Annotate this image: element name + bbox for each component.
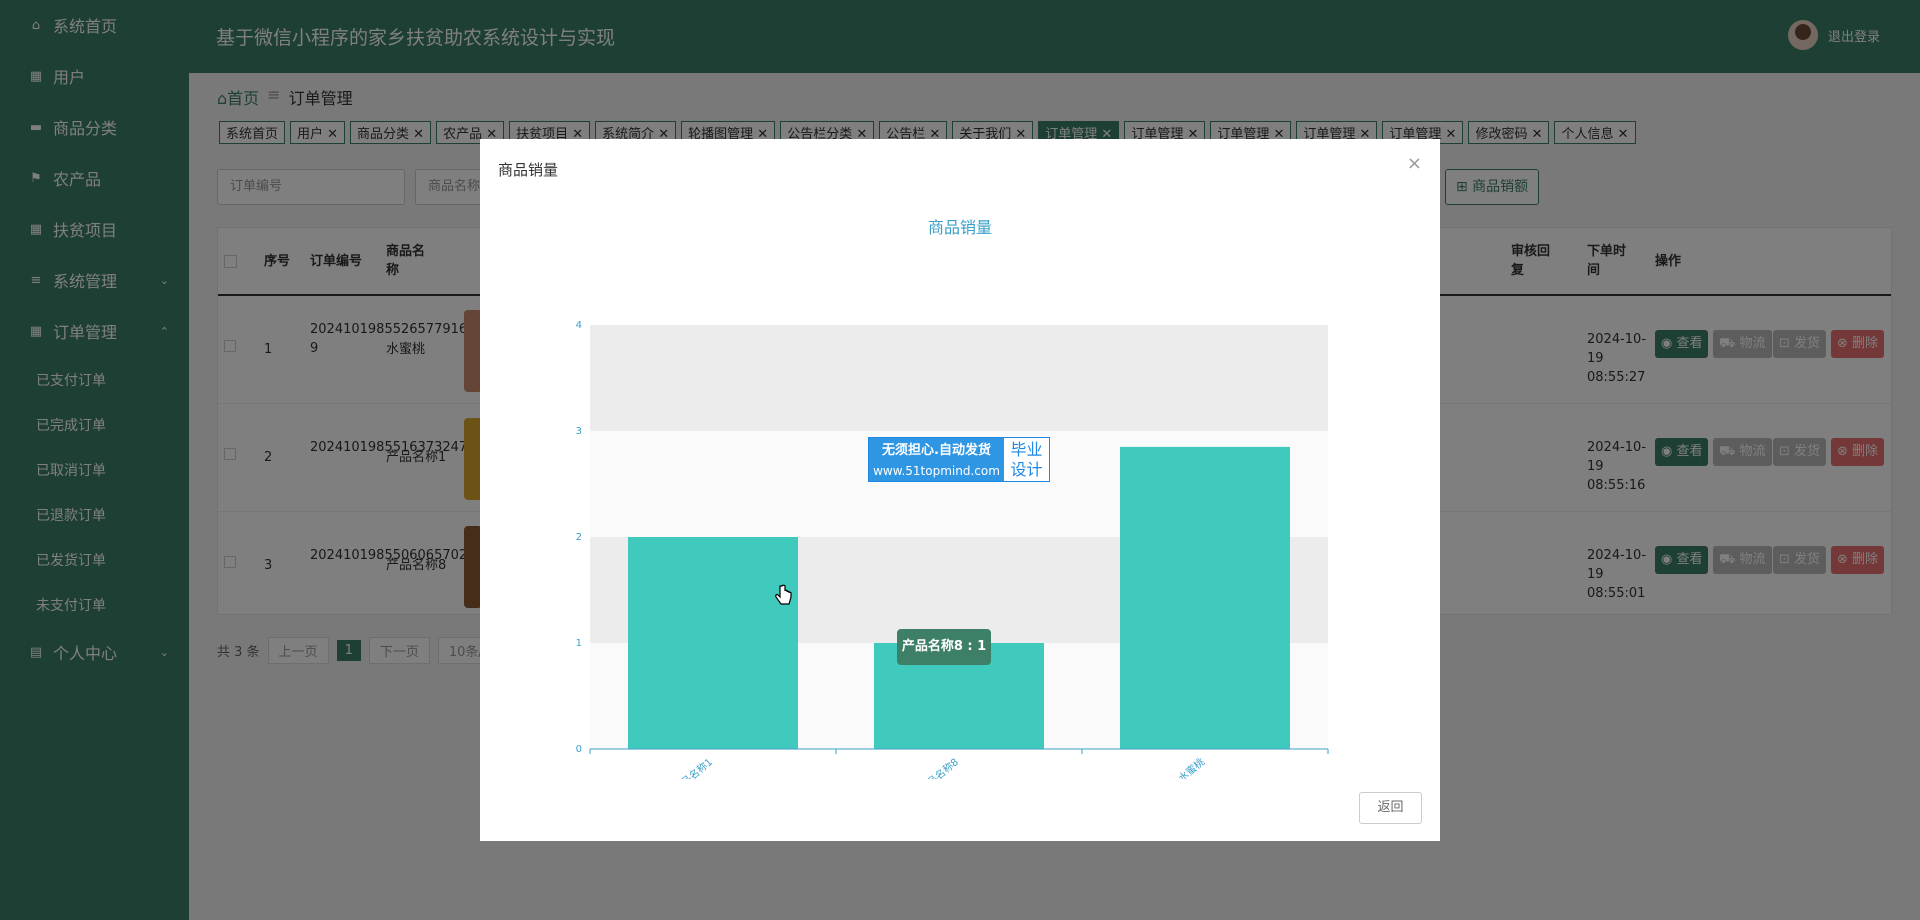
x-tick-label: 水蜜桃 xyxy=(1176,755,1207,779)
return-button[interactable]: 返回 xyxy=(1359,792,1422,824)
watermark-right: 毕业设计 xyxy=(1010,440,1043,479)
x-tick-label: 产品名称8 xyxy=(917,755,961,779)
close-icon[interactable]: × xyxy=(1407,153,1422,174)
modal-title: 商品销量 xyxy=(498,161,559,179)
x-tick-label: 产品名称1 xyxy=(671,755,715,779)
y-tick-label: 4 xyxy=(576,320,582,331)
watermark-left: 无须担心.自动发货 www.51topmind.com xyxy=(869,438,1004,481)
bar xyxy=(1120,446,1290,749)
watermark-badge: 无须担心.自动发货 www.51topmind.com 毕业设计 xyxy=(868,437,1050,482)
sales-modal: 商品销量 × 商品销量 0 1 2 3 4 产品名称1 产品名称8 水蜜桃 无须担心.自动发货… xyxy=(480,139,1440,841)
y-tick-label: 2 xyxy=(576,532,582,543)
hand-cursor-icon xyxy=(775,584,792,605)
sales-bar-chart: 0 1 2 3 4 产品名称1 产品名称8 水蜜桃 xyxy=(576,320,1329,779)
watermark-line1: 无须担心.自动发货 xyxy=(882,443,991,458)
y-tick-label: 3 xyxy=(576,426,582,437)
grid-band xyxy=(590,325,1328,431)
y-tick-label: 0 xyxy=(576,744,582,755)
watermark-line2: www.51topmind.com xyxy=(873,464,1000,478)
y-tick-label: 1 xyxy=(576,638,582,649)
bar xyxy=(628,537,798,749)
chart-tooltip: 产品名称8 : 1 xyxy=(897,629,991,665)
